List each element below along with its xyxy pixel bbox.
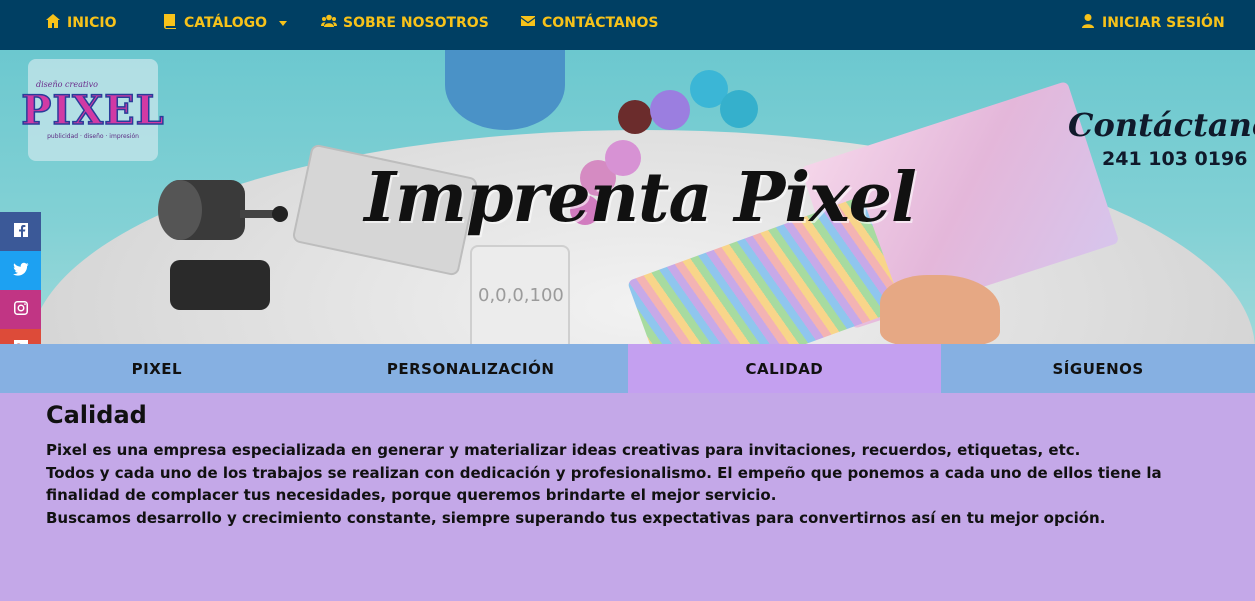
hero-ball	[650, 90, 690, 130]
hero-blue-pot	[445, 50, 565, 130]
users-icon	[321, 13, 337, 33]
twitter-icon	[12, 261, 29, 281]
hero-ball	[618, 100, 652, 134]
hero-camel-figure	[880, 275, 1000, 344]
user-icon	[1080, 13, 1096, 33]
mug-text: 0,0,0,100	[478, 285, 564, 306]
nav-contactanos-label: CONTÁCTANOS	[542, 15, 659, 31]
envelope-icon	[520, 13, 536, 33]
nav-inicio-label: INICIO	[67, 15, 117, 31]
logo-tagline-bottom: publicidad · diseño · impresión	[47, 133, 139, 140]
content-heading: Calidad	[46, 401, 147, 429]
nav-inicio[interactable]: INICIO	[45, 0, 117, 46]
hero-pencil-sharpener	[158, 180, 288, 310]
facebook-icon	[13, 222, 29, 242]
book-icon	[162, 13, 178, 33]
instagram-icon	[13, 300, 29, 320]
social-instagram[interactable]	[0, 290, 41, 329]
top-navbar: INICIO CATÁLOGO SOBRE NOSOTROS CONTÁCTAN…	[0, 0, 1255, 50]
hero-contact-script: Contáctanos	[1068, 106, 1255, 144]
hero-ball	[720, 90, 758, 128]
hero-phone: 241 103 0196	[1102, 148, 1248, 170]
tab-personalizacion[interactable]: PERSONALIZACIÓN	[313, 344, 628, 393]
content-paragraph: Todos y cada uno de los trabajos se real…	[46, 463, 1162, 505]
hero-banner: 0,0,0,100 diseño creativo PIXEL publicid…	[0, 50, 1255, 344]
social-facebook[interactable]	[0, 212, 41, 251]
nav-sobre-nosotros[interactable]: SOBRE NOSOTROS	[321, 0, 489, 46]
pixel-logo[interactable]: diseño creativo PIXEL publicidad · diseñ…	[21, 59, 164, 161]
hero-title: Imprenta Pixel	[364, 158, 917, 238]
nav-catalogo-label: CATÁLOGO	[184, 15, 268, 31]
logo-wordmark: PIXEL	[21, 87, 165, 134]
nav-sobre-nosotros-label: SOBRE NOSOTROS	[343, 15, 489, 31]
tab-content-panel: Calidad Pixel es una empresa especializa…	[0, 393, 1255, 601]
nav-catalogo-dropdown[interactable]: CATÁLOGO	[162, 0, 288, 46]
social-twitter[interactable]	[0, 251, 41, 290]
content-paragraph: Pixel es una empresa especializada en ge…	[46, 441, 1081, 459]
section-tabs: PIXEL PERSONALIZACIÓN CALIDAD SÍGUENOS	[0, 344, 1255, 393]
tab-siguenos[interactable]: SÍGUENOS	[941, 344, 1255, 393]
tab-pixel[interactable]: PIXEL	[0, 344, 314, 393]
chevron-down-icon	[279, 20, 288, 26]
nav-iniciar-sesion-label: INICIAR SESIÓN	[1102, 15, 1225, 31]
home-icon	[45, 13, 61, 33]
tab-calidad[interactable]: CALIDAD	[627, 344, 942, 393]
nav-iniciar-sesion[interactable]: INICIAR SESIÓN	[1080, 0, 1225, 46]
nav-contactanos[interactable]: CONTÁCTANOS	[520, 0, 658, 46]
content-paragraph: Buscamos desarrollo y crecimiento consta…	[46, 508, 1106, 527]
